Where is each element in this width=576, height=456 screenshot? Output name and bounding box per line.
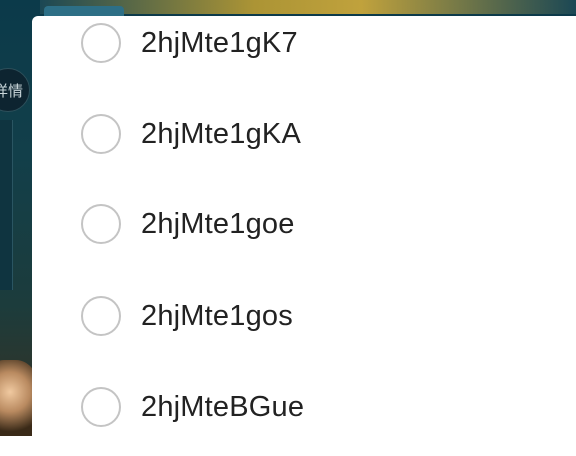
option-item[interactable]: 2hjMteBGue [32, 377, 576, 437]
option-item[interactable]: 2hjMte1goe [32, 194, 576, 254]
option-item[interactable]: 2hjMte1gK7 [32, 13, 576, 73]
radio-unchecked-icon[interactable] [81, 387, 121, 427]
radio-unchecked-icon[interactable] [81, 204, 121, 244]
detail-button: 详情 [0, 68, 30, 112]
option-label: 2hjMte1gKA [141, 118, 301, 150]
radio-unchecked-icon[interactable] [81, 296, 121, 336]
option-item[interactable]: 2hjMte1gos [32, 286, 576, 346]
radio-unchecked-icon[interactable] [81, 114, 121, 154]
radio-unchecked-icon[interactable] [81, 23, 121, 63]
option-item[interactable]: 2hjMte1gKA [32, 104, 576, 164]
background-side-panel [0, 120, 13, 290]
option-label: 2hjMteBGue [141, 391, 305, 423]
option-label: 2hjMte1goe [141, 208, 295, 240]
option-label: 2hjMte1gos [141, 300, 293, 332]
option-picker-sheet: 2hjMte1gK7 2hjMte1gKA 2hjMte1goe 2hjMte1… [32, 16, 576, 456]
option-label: 2hjMte1gK7 [141, 27, 298, 59]
